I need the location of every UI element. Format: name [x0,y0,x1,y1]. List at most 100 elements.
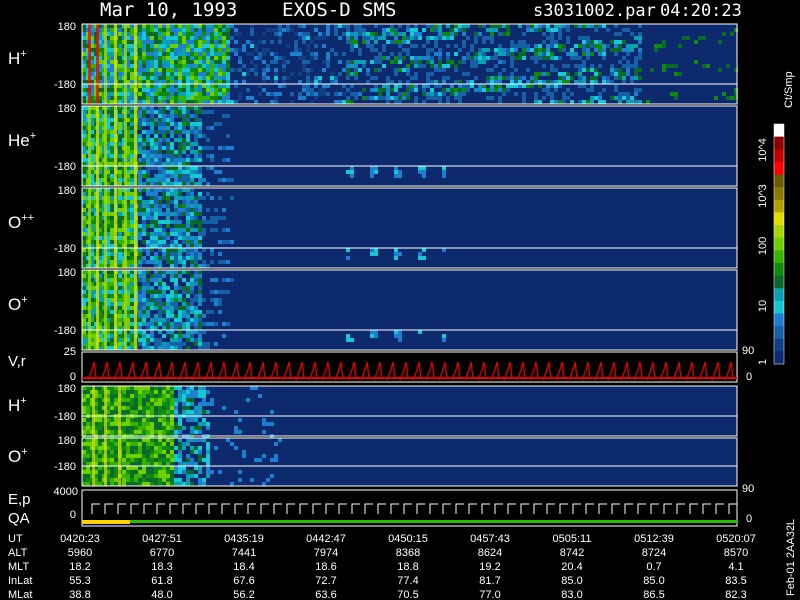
panel-3-cell [170,278,174,282]
lower-panel-1-cell [170,482,174,486]
panel-0-cell [614,40,618,44]
lower-panel-1-cell [174,478,178,482]
panel-3-cell [162,274,166,278]
panel-0-cell [498,44,502,48]
panel-2-cell [130,244,134,248]
lower-panel-0-cell [170,394,174,398]
panel-1-cell [178,162,182,166]
panel-1-cell [110,110,114,114]
panel-0-cell [266,48,270,52]
panel-2-cell [182,224,186,228]
lower-panel-0-cell [138,422,142,426]
spectrogram-panels [81,23,738,527]
panel-2-cell [146,188,150,192]
panel-0-cell [662,40,666,44]
panel-3-cell [194,342,198,346]
ephemeris-value: 7441 [232,547,256,559]
panel-0-cell [350,40,354,44]
lower-panel-1-cell [82,454,86,458]
velocity-right-top: 90 [742,345,754,357]
lower-panel-0-cell [162,386,166,390]
panel-0-cell [342,24,346,28]
lower-panel-0-cell [190,390,194,394]
panel-2-cell [186,220,190,224]
panel-3-cell [174,298,178,302]
panel-3-cell [154,314,158,318]
lower-panel-1-cell [202,438,206,442]
panel-3-cell [158,290,162,294]
lower-panel-1-cell [206,454,210,458]
panel-0-cell [150,52,154,56]
panel-0-cell [434,36,438,40]
panel-0-cell [434,24,438,28]
lower-panel-0-cell [86,410,90,414]
panel-0-cell [466,72,470,76]
panel-0-cell [490,24,494,28]
panel-0-cell [482,84,486,88]
panel-1-cell [118,126,122,130]
panel-0-cell [154,68,158,72]
panel-2-cell [166,216,170,220]
panel-3-stripe [114,270,117,350]
lower-panel-1-cell [230,482,234,486]
panel-1-cell [158,130,162,134]
panel-2-cell [186,212,190,216]
panel-0-cell [230,48,234,52]
panel-3-cell [162,342,166,346]
panel-1-cell [190,114,194,118]
panel-1-cell [118,134,122,138]
panel-0-cell [590,44,594,48]
panel-1-cell [138,174,142,178]
panel-0-cell [278,24,282,28]
panel-0-cell [194,80,198,84]
panel-3-cell [118,338,122,342]
panel-2-cell [110,228,114,232]
panel-1-cell [178,114,182,118]
panel-1-cell [118,110,122,114]
panel-0-cell [362,64,366,68]
panel-0-cell [614,76,618,80]
panel-3-cell [138,322,142,326]
panel-2-cell [130,240,134,244]
panel-3-cell [142,274,146,278]
panel-0-cell [298,36,302,40]
lower-panel-0-cell [186,402,190,406]
panel-0-cell [406,96,410,100]
panel-3-cell [198,326,202,330]
colorbar-tick-label: 100 [757,237,769,255]
panel-0-cell [426,60,430,64]
panel-0-cell [278,84,282,88]
lower-panel-1-cell [186,470,190,474]
lower-panel-1-cell [122,482,126,486]
panel-0-cell [586,100,590,104]
panel-0-cell [558,24,562,28]
lower-panel-0-cell [198,402,202,406]
panel-0-cell [406,28,410,32]
panel-0-cell [166,88,170,92]
lower-panel-0-cell [150,418,154,422]
panel-0-cell [594,96,598,100]
lower-panel-1-cell [134,454,138,458]
lower-panel-0-cell [138,394,142,398]
ephemeris-value: 18.2 [69,561,90,573]
panel-2-cell [374,248,378,252]
lower-panel-1-cell [162,446,166,450]
panel-0-cell [222,92,226,96]
panel-0-cell [174,60,178,64]
panel-2-cell [138,264,142,268]
panel-1-cell [82,110,86,114]
panel-1-cell [182,138,186,142]
lower-panel-0-cell [98,402,102,406]
lower-panel-1-cell [98,482,102,486]
panel-0-cell [370,60,374,64]
lower-panel-0-cell [170,422,174,426]
lower-panel-1-cell [158,474,162,478]
lower-panel-0-cell [262,422,266,426]
lower-panel-1-cell [98,474,102,478]
lower-panel-1-cell [130,462,134,466]
panel-0-cell [598,72,602,76]
panel-1-cell [166,158,170,162]
panel-3-cell [170,310,174,314]
panel-0-cell [194,32,198,36]
panel-0-cell [538,80,542,84]
